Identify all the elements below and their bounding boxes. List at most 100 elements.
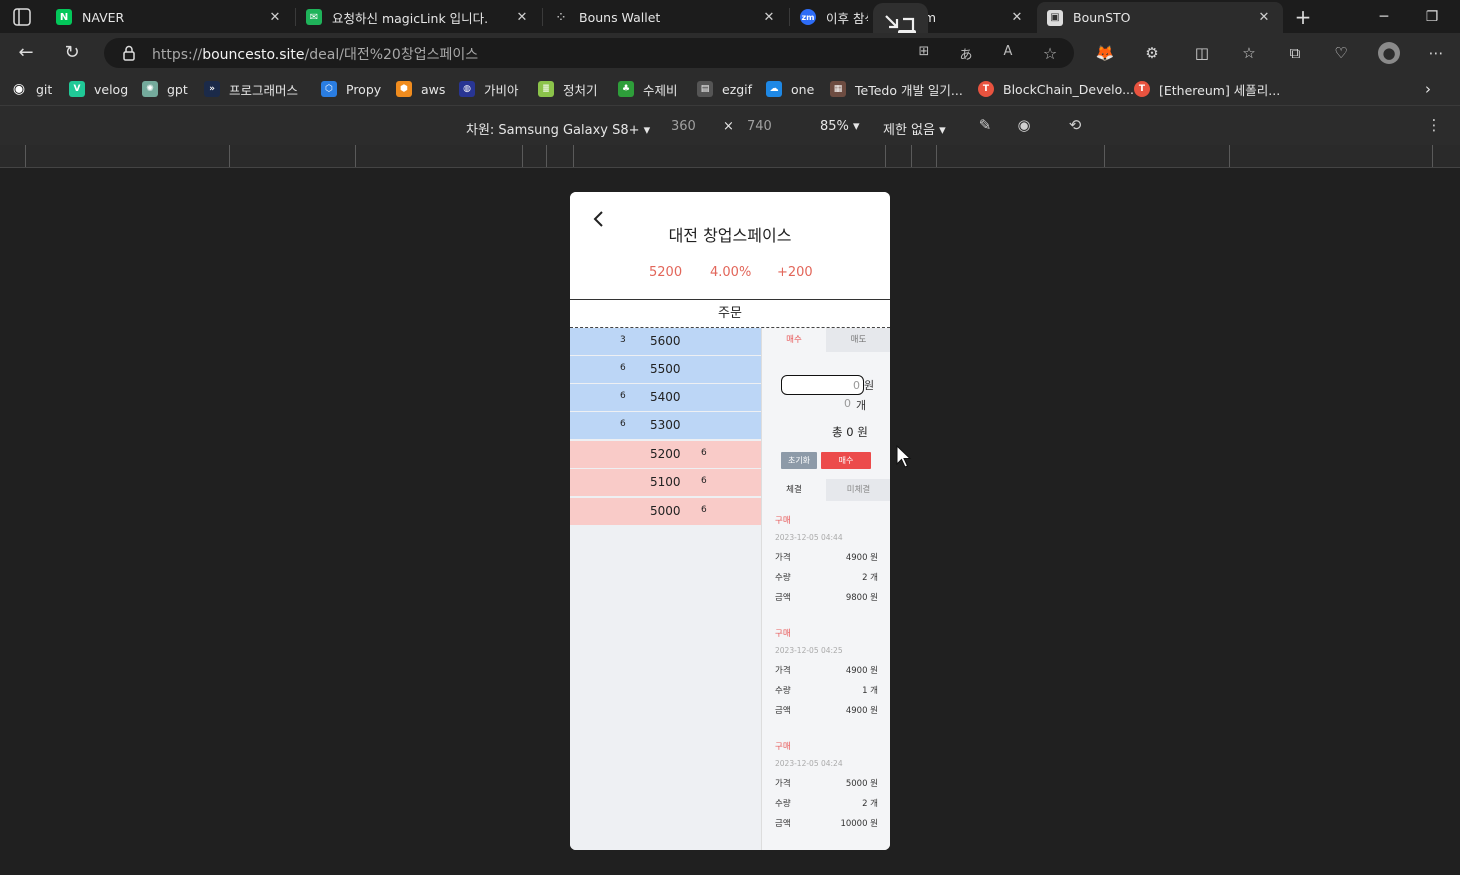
- tab-title: Bouns Wallet: [579, 9, 661, 25]
- bookmark-blockchain[interactable]: T BlockChain_Develo...: [978, 80, 1134, 98]
- minimize-icon[interactable]: ─: [1369, 6, 1399, 28]
- more-options-icon[interactable]: ⋮: [1423, 116, 1445, 136]
- address-bar[interactable]: https://bouncesto.site/deal/대전%20창업스페이스 …: [104, 38, 1074, 68]
- refresh-icon[interactable]: ↻: [59, 41, 85, 65]
- quantity-input[interactable]: 0: [844, 397, 851, 410]
- device-width-input[interactable]: 360: [671, 119, 696, 134]
- trade-amount-label: 금액: [775, 593, 791, 603]
- ask-row[interactable]: 6 5400: [570, 384, 761, 411]
- device-height-input[interactable]: 740: [747, 119, 772, 134]
- bookmark-jeongcheogi[interactable]: ≣ 정처기: [538, 80, 598, 98]
- bid-row[interactable]: 5200 6: [570, 441, 761, 468]
- vision-icon[interactable]: ◉: [1013, 116, 1035, 136]
- ask-price: 5600: [650, 334, 681, 348]
- bookmark-propy[interactable]: ⬡ Propy: [321, 80, 381, 98]
- bookmark-sujebi[interactable]: ♣ 수제비: [618, 80, 678, 98]
- order-section-label: 주문: [570, 300, 890, 328]
- tab-strip: N NAVER ✕ ✉ 요청하신 magicLink 입니다. ✕ ⁘ Boun…: [0, 0, 1460, 33]
- bid-row[interactable]: 5100 6: [570, 469, 761, 496]
- bookmark-aws[interactable]: ⬢ aws: [396, 80, 445, 98]
- ask-row[interactable]: 3 5600: [570, 328, 761, 355]
- deal-header: 대전 창업스페이스 5200 4.00% +200: [570, 192, 890, 300]
- close-icon[interactable]: ✕: [266, 10, 284, 25]
- zoom-icon: zm: [800, 9, 816, 25]
- tistory-icon: T: [1134, 81, 1150, 97]
- mobile-page: 대전 창업스페이스 5200 4.00% +200 주문 3 5600 6 5500…: [570, 192, 890, 850]
- bookmark-label: TeTedo 개발 일기...: [855, 82, 963, 98]
- metamask-icon[interactable]: 🦊: [1094, 42, 1116, 64]
- new-tab-icon[interactable]: +: [1288, 6, 1318, 28]
- price-input[interactable]: [781, 375, 864, 395]
- performance-icon[interactable]: ♡: [1330, 42, 1352, 64]
- bookmark-label: 가비아: [484, 82, 519, 98]
- bookmark-git[interactable]: ◉ git: [11, 80, 52, 98]
- bookmark-ezgif[interactable]: ▤ ezgif: [697, 80, 752, 98]
- collections-icon[interactable]: ⧉: [1284, 42, 1306, 64]
- bookmark-programmers[interactable]: » 프로그래머스: [204, 80, 298, 98]
- github-icon: ◉: [11, 81, 27, 97]
- bookmark-velog[interactable]: Vvelog: [69, 80, 128, 98]
- favorites-icon[interactable]: ☆: [1238, 42, 1260, 64]
- split-screen-icon[interactable]: ◫: [1191, 42, 1213, 64]
- profile-avatar[interactable]: ●: [1378, 42, 1400, 64]
- ask-row[interactable]: 6 5300: [570, 412, 761, 439]
- zoom-select[interactable]: 85% ▾: [820, 119, 860, 134]
- velog-icon: V: [69, 81, 85, 97]
- ask-price: 5500: [650, 362, 681, 376]
- back-icon[interactable]: ←: [13, 41, 39, 65]
- sujebi-icon: ♣: [618, 81, 634, 97]
- eyedropper-icon[interactable]: ✎: [974, 116, 996, 136]
- reset-button[interactable]: 초기화: [781, 452, 817, 469]
- tab-bounsto[interactable]: ▣ BounSTO ✕: [1037, 2, 1283, 33]
- tab-unfilled[interactable]: 미체결: [826, 479, 890, 501]
- ask-row[interactable]: 6 5500: [570, 356, 761, 383]
- rotate-icon[interactable]: ⟲: [1064, 116, 1086, 136]
- chatgpt-icon: ✺: [142, 81, 158, 97]
- bounsto-icon: ▣: [1047, 9, 1063, 26]
- bookmark-label: velog: [94, 81, 129, 97]
- bookmark-label: BlockChain_Develo...: [1003, 81, 1134, 97]
- ask-price: 5300: [650, 418, 681, 432]
- tab-actions-icon[interactable]: [8, 6, 36, 28]
- loading-dots-icon: ⁘: [556, 11, 566, 23]
- bookmark-tetedo[interactable]: ▦ TeTedo 개발 일기...: [830, 80, 963, 98]
- tab-buy[interactable]: 매수: [762, 328, 826, 352]
- ask-qty: 6: [620, 363, 626, 373]
- trade-item: 구매 2023-12-05 04:24 가격 5000 원 수량 2 개 금액 …: [762, 740, 890, 850]
- restore-icon[interactable]: ❐: [1417, 6, 1447, 28]
- bookmark-ethereum[interactable]: T [Ethereum] 세폴리...: [1134, 80, 1280, 98]
- tab-sell[interactable]: 매도: [826, 328, 890, 352]
- read-aloud-icon[interactable]: A: [998, 44, 1018, 62]
- dimension-times: ×: [723, 119, 734, 134]
- trade-time: 2023-12-05 04:25: [775, 646, 843, 655]
- chevron-right-icon[interactable]: ›: [1425, 80, 1431, 98]
- order-panel: 매수 매도 원 0 개 총 0 원 초기화 매수 체결 미체결 구매 2023-…: [761, 328, 890, 850]
- bookmark-gpt[interactable]: ✺ gpt: [142, 80, 188, 98]
- trade-qty: 2 개: [862, 799, 878, 809]
- extensions-icon[interactable]: ⚙: [1141, 42, 1163, 64]
- tab-magiclink[interactable]: ✉ 요청하신 magicLink 입니다. ✕: [296, 2, 541, 32]
- more-menu-icon[interactable]: ⋯: [1425, 42, 1447, 64]
- device-select[interactable]: 차원: Samsung Galaxy S8+ ▾: [466, 119, 650, 138]
- translate-icon[interactable]: あ: [956, 44, 976, 63]
- close-icon[interactable]: ✕: [760, 10, 778, 25]
- bid-qty: 6: [701, 448, 707, 458]
- close-icon[interactable]: ✕: [1255, 10, 1273, 25]
- bookmark-gabia[interactable]: ◍ 가비아: [459, 80, 519, 98]
- trade-price: 4900 원: [845, 666, 878, 676]
- trade-qty: 1 개: [862, 686, 878, 696]
- bid-row[interactable]: 5000 6: [570, 498, 761, 525]
- bookmark-label: [Ethereum] 세폴리...: [1159, 82, 1281, 98]
- buy-button[interactable]: 매수: [821, 452, 871, 469]
- app-install-icon[interactable]: ⊞: [914, 44, 934, 62]
- tab-filled[interactable]: 체결: [762, 479, 826, 501]
- throttle-select[interactable]: 제한 없음 ▾: [883, 119, 946, 138]
- bookmark-label: 정처기: [563, 82, 598, 98]
- bookmark-one[interactable]: ☁ one: [766, 80, 814, 98]
- close-icon[interactable]: ✕: [513, 10, 531, 25]
- close-icon[interactable]: ✕: [1008, 10, 1026, 25]
- order-book: 3 5600 6 5500 6 5400 6 5300 5200 6 5100 6 5000…: [570, 328, 761, 850]
- tab-naver[interactable]: N NAVER ✕: [46, 2, 294, 32]
- favorite-star-icon[interactable]: ☆: [1040, 44, 1060, 63]
- tab-bouns-wallet[interactable]: ⁘ Bouns Wallet ✕: [543, 2, 788, 32]
